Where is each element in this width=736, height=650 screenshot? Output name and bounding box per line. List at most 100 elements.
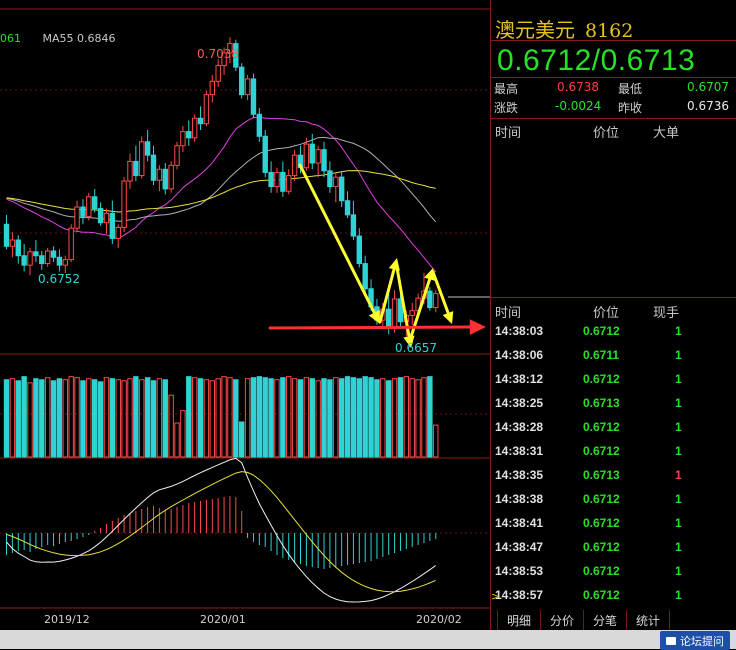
tick-row[interactable]: 14:38:47 0.6712 1 [491, 536, 736, 560]
volume-bar [144, 377, 151, 458]
instrument-name: 澳元美元 [495, 18, 575, 42]
volume-bar [362, 376, 368, 458]
x-tick-label: 2020/02 [416, 613, 462, 626]
tick-time: 14:38:03 [495, 324, 544, 338]
volume-bar [191, 377, 198, 458]
tick-price: 0.6712 [583, 588, 620, 602]
candlestick-chart[interactable] [0, 0, 490, 630]
candle-body [315, 149, 321, 164]
chart-area[interactable]: 061 MA55 0.6846 0.7038 0.6752 0.6657 201… [0, 0, 490, 630]
tick-row[interactable]: 14:38:25 0.6713 1 [491, 392, 736, 416]
change-value: -0.0024 [555, 99, 602, 113]
volume-bar [327, 379, 333, 458]
candle-body [274, 171, 280, 188]
volume-bar [15, 380, 21, 458]
candle-body [186, 131, 192, 139]
tab-detail[interactable]: 明细 [497, 610, 542, 631]
volume-bar [215, 378, 221, 458]
volume-bar [309, 378, 315, 458]
volume-bar [262, 377, 268, 458]
volume-bar [50, 380, 57, 458]
tick-row[interactable]: 14:38:06 0.6711 1 [491, 344, 736, 368]
volume-bar [297, 379, 304, 458]
volume-bar [21, 376, 27, 458]
candle-body [344, 200, 351, 216]
tick-price: 0.6712 [583, 492, 620, 506]
tick-price: 0.6712 [583, 564, 620, 578]
candle-body [268, 171, 274, 188]
volume-bar [56, 378, 63, 458]
tick-header-time: 时间 [495, 306, 522, 321]
tick-row[interactable]: 14:38:41 0.6712 1 [491, 512, 736, 536]
volume-bar [109, 378, 116, 458]
volume-bar [338, 378, 345, 458]
volume-bar [68, 376, 74, 458]
candle-body [333, 176, 339, 188]
tick-row[interactable]: 14:38:57 0.6712 1 [491, 584, 736, 608]
tick-row[interactable]: 14:38:31 0.6712 1 [491, 440, 736, 464]
candle-body [97, 208, 104, 224]
tick-row[interactable]: 14:38:12 0.6712 1 [491, 368, 736, 392]
detail-tabs[interactable]: 明细 分价 分笔 统计 [497, 610, 671, 631]
tick-price: 0.6713 [583, 468, 620, 482]
macd-dea-line [6, 471, 436, 593]
tab-trade-records[interactable]: 分笔 [584, 610, 628, 630]
tick-header-price: 价位 [593, 306, 620, 321]
forum-question-button[interactable]: 论坛提问 [660, 631, 730, 650]
candle-body [15, 239, 21, 257]
candle-body [291, 154, 298, 177]
volume-bar [3, 379, 10, 458]
volume-bar [286, 376, 292, 458]
tick-header-volume: 现手 [653, 306, 680, 321]
candle-body [356, 235, 363, 265]
volume-bar [409, 378, 415, 458]
candle-body [56, 256, 63, 266]
tick-time: 14:38:31 [495, 444, 544, 458]
tick-row[interactable]: 14:38:38 0.6712 1 [491, 488, 736, 512]
red-arrow-line [268, 325, 472, 330]
candle-body [121, 180, 127, 228]
instrument-code: 8162 [585, 20, 634, 42]
candle-body [209, 80, 216, 96]
tick-row[interactable]: 14:38:35 0.6713 1 [491, 464, 736, 488]
annotation-low-2: 0.6657 [395, 341, 437, 355]
candle-body [103, 212, 110, 224]
volume-bar [162, 379, 168, 458]
candle-body [139, 141, 145, 177]
tick-volume: 1 [675, 420, 682, 434]
change-label: 涨跌 [494, 101, 519, 115]
candle-body [156, 168, 163, 181]
candle-body [80, 206, 86, 217]
candle-body [150, 154, 157, 181]
candle-body [280, 171, 286, 192]
tick-row[interactable]: 14:38:03 0.6712 1 [491, 320, 736, 344]
candle-body [303, 143, 310, 169]
volume-bar [315, 380, 321, 458]
volume-bar [250, 377, 257, 458]
tab-statistics[interactable]: 统计 [627, 610, 671, 630]
volume-bar [268, 378, 274, 458]
candle-body [362, 263, 368, 290]
volume-bar [74, 377, 80, 458]
tick-volume: 1 [675, 516, 682, 530]
volume-bar [156, 378, 163, 458]
candle-body [115, 226, 121, 239]
volume-bar [203, 379, 210, 458]
volume-bar [97, 381, 104, 458]
candle-body [309, 143, 315, 164]
tab-price-distribution[interactable]: 分价 [541, 610, 585, 630]
tick-row[interactable]: 14:38:53 0.6712 1 [491, 560, 736, 584]
candle-body [191, 117, 198, 139]
big-order-header-size: 大单 [653, 126, 680, 141]
candle-body [44, 250, 51, 265]
candle-body [62, 259, 68, 266]
tick-volume: 1 [675, 588, 682, 602]
tick-time: 14:38:57 [495, 588, 544, 602]
volume-bar [321, 378, 327, 458]
tick-time: 14:38:35 [495, 468, 544, 482]
candle-body [386, 308, 392, 329]
volume-bar [403, 376, 410, 458]
tick-price: 0.6712 [583, 324, 620, 338]
red-arrowhead [469, 319, 486, 335]
tick-row[interactable]: 14:38:28 0.6712 1 [491, 416, 736, 440]
